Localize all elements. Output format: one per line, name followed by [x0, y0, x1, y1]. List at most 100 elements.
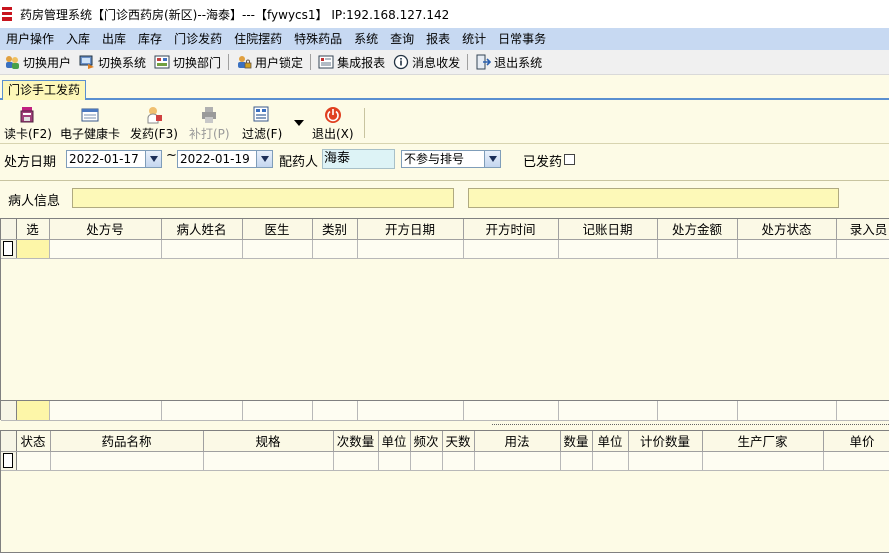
table-cell[interactable]: [161, 239, 243, 259]
table-cell[interactable]: [50, 451, 204, 471]
menu-system[interactable]: 系统: [348, 28, 384, 50]
col-billing-date[interactable]: 记账日期: [558, 219, 658, 240]
table-cell[interactable]: [558, 239, 658, 259]
col-entry-clerk[interactable]: 录入员: [836, 219, 889, 240]
table-cell[interactable]: [702, 451, 824, 471]
col-amount[interactable]: 处方金额: [657, 219, 738, 240]
date-from-dropdown-icon[interactable]: [145, 151, 161, 167]
table-cell[interactable]: [242, 239, 313, 259]
table-cell[interactable]: [16, 451, 51, 471]
col-category[interactable]: 类别: [312, 219, 358, 240]
table-cell[interactable]: [49, 239, 162, 259]
menu-reports[interactable]: 报表: [420, 28, 456, 50]
summary-cell: [836, 401, 889, 421]
menu-outpatient-dispense[interactable]: 门诊发药: [168, 28, 228, 50]
table-cell[interactable]: [560, 451, 593, 471]
dispensed-checkbox[interactable]: [564, 154, 575, 165]
table-row[interactable]: [1, 239, 889, 259]
col-billing-quantity[interactable]: 计价数量: [628, 431, 703, 452]
col-days[interactable]: 天数: [442, 431, 475, 452]
table-cell[interactable]: [410, 451, 443, 471]
menu-special-drugs[interactable]: 特殊药品: [288, 28, 348, 50]
table-cell[interactable]: [442, 451, 475, 471]
summary-cell: [463, 401, 559, 421]
col-patient-name[interactable]: 病人姓名: [161, 219, 243, 240]
switch-department-button[interactable]: 切换部门: [150, 51, 225, 73]
table-cell[interactable]: [657, 239, 738, 259]
table-cell[interactable]: [312, 239, 358, 259]
col-usage[interactable]: 用法: [474, 431, 561, 452]
date-from-picker[interactable]: 2022-01-17: [66, 150, 162, 168]
col-prescription-no[interactable]: 处方号: [49, 219, 162, 240]
table-cell[interactable]: [333, 451, 379, 471]
user-lock-button[interactable]: 用户锁定: [232, 51, 307, 73]
user-lock-icon: [236, 54, 252, 70]
table-cell[interactable]: [203, 451, 334, 471]
row-header[interactable]: [1, 239, 17, 259]
menu-daily-affairs[interactable]: 日常事务: [492, 28, 552, 50]
table-cell[interactable]: [628, 451, 703, 471]
filter-icon: [253, 106, 271, 124]
col-unit-price[interactable]: 单价: [823, 431, 889, 452]
menu-inpatient-dispense[interactable]: 住院摆药: [228, 28, 288, 50]
menu-stock-out[interactable]: 出库: [96, 28, 132, 50]
health-card-icon: [81, 106, 99, 124]
title-bar: 药房管理系统【门诊西药房(新区)--海泰】---【fywycs1】 IP:192…: [0, 0, 889, 28]
queue-option-select[interactable]: 不参与排号: [401, 150, 501, 168]
grid-splitter[interactable]: [486, 421, 889, 429]
queue-option-dropdown-icon[interactable]: [484, 151, 500, 167]
col-prescribe-date[interactable]: 开方日期: [357, 219, 464, 240]
date-to-picker[interactable]: 2022-01-19: [177, 150, 273, 168]
col-unit[interactable]: 单位: [592, 431, 629, 452]
table-cell[interactable]: [357, 239, 464, 259]
menu-stock-in[interactable]: 入库: [60, 28, 96, 50]
message-button[interactable]: 消息收发: [389, 51, 464, 73]
summary-cell: [312, 401, 358, 421]
exit-system-button[interactable]: 退出系统: [471, 51, 546, 73]
table-cell[interactable]: [592, 451, 629, 471]
health-card-button[interactable]: 电子健康卡: [60, 106, 120, 142]
col-dose-unit[interactable]: 单位: [378, 431, 411, 452]
col-prescribe-time[interactable]: 开方时间: [463, 219, 559, 240]
table-row[interactable]: [1, 451, 889, 471]
dispense-button[interactable]: 发药(F3): [130, 106, 178, 142]
menu-user-operations[interactable]: 用户操作: [0, 28, 60, 50]
pharmacist-field[interactable]: 海泰: [322, 149, 395, 169]
filter-dropdown-arrow-icon[interactable]: [294, 120, 304, 126]
row-header[interactable]: [1, 451, 17, 471]
patient-info-field[interactable]: [72, 188, 454, 208]
col-specification[interactable]: 规格: [203, 431, 334, 452]
row-header-corner: [1, 431, 17, 452]
col-dose-quantity[interactable]: 次数量: [333, 431, 379, 452]
col-doctor[interactable]: 医生: [242, 219, 313, 240]
select-cell[interactable]: [16, 239, 50, 259]
table-cell[interactable]: [836, 239, 889, 259]
tab-outpatient-manual-dispense[interactable]: 门诊手工发药: [2, 80, 86, 100]
integrated-report-button[interactable]: 集成报表: [314, 51, 389, 73]
menu-inventory[interactable]: 库存: [132, 28, 168, 50]
date-to-dropdown-icon[interactable]: [256, 151, 272, 167]
table-cell[interactable]: [823, 451, 889, 471]
table-cell[interactable]: [737, 239, 837, 259]
col-select[interactable]: 选: [16, 219, 50, 240]
switch-user-button[interactable]: 切换用户: [0, 51, 75, 73]
switch-system-button[interactable]: 切换系统: [75, 51, 150, 73]
col-frequency[interactable]: 频次: [410, 431, 443, 452]
col-quantity[interactable]: 数量: [560, 431, 593, 452]
table-cell[interactable]: [378, 451, 411, 471]
col-drug-status[interactable]: 状态: [16, 431, 51, 452]
col-drug-name[interactable]: 药品名称: [50, 431, 204, 452]
col-status[interactable]: 处方状态: [737, 219, 837, 240]
current-row-marker-icon: [3, 241, 14, 256]
col-manufacturer[interactable]: 生产厂家: [702, 431, 824, 452]
filter-button[interactable]: 过滤(F): [242, 106, 282, 142]
table-cell[interactable]: [463, 239, 559, 259]
table-cell[interactable]: [474, 451, 561, 471]
patient-info-extra-field[interactable]: [468, 188, 839, 208]
reprint-button[interactable]: 补打(P): [189, 106, 230, 142]
menu-query[interactable]: 查询: [384, 28, 420, 50]
menu-statistics[interactable]: 统计: [456, 28, 492, 50]
exit-button[interactable]: 退出(X): [312, 106, 354, 142]
printer-icon: [200, 106, 218, 124]
read-card-button[interactable]: 读卡(F2): [4, 106, 52, 142]
